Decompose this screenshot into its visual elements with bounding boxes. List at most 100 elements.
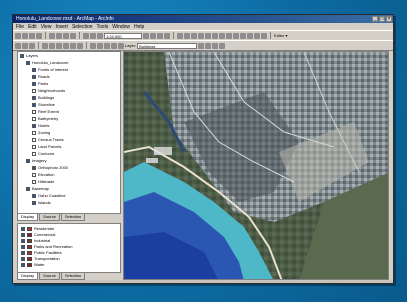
help-icon[interactable] xyxy=(164,32,170,39)
toc-layer[interactable]: Orthophoto 2000 xyxy=(18,164,120,171)
identify-icon[interactable] xyxy=(247,32,253,39)
toc-layer[interactable]: Shoreline xyxy=(18,101,120,108)
legend-checkbox[interactable] xyxy=(21,227,25,231)
font-icon[interactable] xyxy=(29,42,35,49)
legend-checkbox[interactable] xyxy=(21,257,25,261)
open-icon[interactable] xyxy=(22,32,28,39)
tab-display[interactable]: Display xyxy=(17,214,39,221)
toc-layer[interactable]: Elevation xyxy=(18,171,120,178)
3d-analyst-icon[interactable] xyxy=(104,42,110,49)
bold-icon[interactable] xyxy=(42,42,48,49)
print-icon[interactable] xyxy=(36,32,42,39)
toc-layer[interactable]: Census Tracts xyxy=(18,136,120,143)
layer-checkbox[interactable] xyxy=(32,144,36,149)
tab-source[interactable]: Source xyxy=(39,273,60,280)
map-tips-icon[interactable] xyxy=(198,42,205,49)
fixed-zoom-out-icon[interactable] xyxy=(198,32,204,39)
select-elements-icon[interactable] xyxy=(240,32,246,39)
tab-display[interactable]: Display xyxy=(17,273,39,280)
toc-layer[interactable]: Bathymetry xyxy=(18,115,120,122)
zoom-out-icon[interactable] xyxy=(184,32,190,39)
layer-checkbox[interactable] xyxy=(32,67,36,72)
layer-checkbox[interactable] xyxy=(26,60,30,65)
toc-layer[interactable]: Roads xyxy=(18,73,120,80)
editor-menu[interactable]: Editor ▾ xyxy=(274,33,288,38)
toc-layer[interactable]: Imagery xyxy=(18,157,120,164)
sketch-tool-icon[interactable] xyxy=(219,42,226,49)
line-color-icon[interactable] xyxy=(70,42,76,49)
menu-file[interactable]: File xyxy=(16,24,24,30)
layer-checkbox[interactable] xyxy=(32,172,36,177)
layer-checkbox[interactable] xyxy=(32,179,36,184)
map-view[interactable] xyxy=(123,51,389,280)
toc-layer[interactable]: Contours xyxy=(18,150,120,157)
undo-icon[interactable] xyxy=(83,32,89,39)
fill-color-icon[interactable] xyxy=(63,42,69,49)
menu-selection[interactable]: Selection xyxy=(72,24,93,30)
find-icon[interactable] xyxy=(254,32,260,39)
layer-checkbox[interactable] xyxy=(32,165,36,170)
toc-layer[interactable]: Parks xyxy=(18,80,120,87)
toc-layer[interactable]: Points of Interest xyxy=(18,66,120,73)
legend-checkbox[interactable] xyxy=(21,251,25,255)
maximize-button[interactable]: □ xyxy=(379,16,385,22)
toc-layer[interactable]: Hillshade xyxy=(18,178,120,185)
toc-layer[interactable]: Basemap xyxy=(18,185,120,192)
layer-checkbox[interactable] xyxy=(32,109,36,114)
legend-checkbox[interactable] xyxy=(21,245,25,249)
toc-layer[interactable]: Oahu Coastline xyxy=(18,192,120,199)
minimize-button[interactable]: _ xyxy=(372,16,378,22)
fixed-zoom-in-icon[interactable] xyxy=(191,32,197,39)
menu-window[interactable]: Window xyxy=(112,24,130,30)
close-button[interactable]: × xyxy=(386,16,392,22)
font-color-icon[interactable] xyxy=(77,42,83,49)
menu-view[interactable]: View xyxy=(41,24,52,30)
new-icon[interactable] xyxy=(15,32,21,39)
spatial-analyst-icon[interactable] xyxy=(97,42,103,49)
layer-checkbox[interactable] xyxy=(32,116,36,121)
draw-icon[interactable] xyxy=(15,42,21,49)
add-data-icon[interactable] xyxy=(97,32,103,39)
layer-checkbox[interactable] xyxy=(32,137,36,142)
toc-layer[interactable]: Hotels xyxy=(18,122,120,129)
toc-layer[interactable]: Reef Extent xyxy=(18,108,120,115)
tab-selection[interactable]: Selection xyxy=(60,214,86,221)
paste-icon[interactable] xyxy=(63,32,69,39)
toc-layer[interactable]: Land Parcels xyxy=(18,143,120,150)
tab-selection[interactable]: Selection xyxy=(60,273,86,280)
scale-combo[interactable]: 1:24,000 xyxy=(104,32,142,39)
hyperlink-icon[interactable] xyxy=(205,42,212,49)
redo-icon[interactable] xyxy=(90,32,96,39)
layer-checkbox[interactable] xyxy=(32,95,36,100)
layer-checkbox[interactable] xyxy=(32,81,36,86)
arctoolbox-icon[interactable] xyxy=(150,32,156,39)
command-line-icon[interactable] xyxy=(157,32,163,39)
layer-checkbox[interactable] xyxy=(32,88,36,93)
legend-checkbox[interactable] xyxy=(21,239,25,243)
legend-item[interactable]: Water xyxy=(18,262,120,268)
save-icon[interactable] xyxy=(29,32,35,39)
toc-layer[interactable]: Honolulu_Landcover xyxy=(18,59,120,66)
layer-checkbox[interactable] xyxy=(32,102,36,107)
delete-icon[interactable] xyxy=(70,32,76,39)
toc-layer[interactable]: Buildings xyxy=(18,94,120,101)
toc-layer[interactable]: Layers xyxy=(18,52,120,59)
toc-layer[interactable]: Neighborhoods xyxy=(18,87,120,94)
layer-checkbox[interactable] xyxy=(32,74,36,79)
underline-icon[interactable] xyxy=(56,42,62,49)
zoom-in-icon[interactable] xyxy=(177,32,183,39)
layer-checkbox[interactable] xyxy=(32,123,36,128)
tab-source[interactable]: Source xyxy=(39,214,60,221)
georef-icon[interactable] xyxy=(90,42,96,49)
editor-toolbar-icon[interactable] xyxy=(143,32,149,39)
layer-checkbox[interactable] xyxy=(32,130,36,135)
layer-checkbox[interactable] xyxy=(32,151,36,156)
back-extent-icon[interactable] xyxy=(219,32,225,39)
topology-icon[interactable] xyxy=(118,42,124,49)
toc-layer[interactable]: Islands xyxy=(18,199,120,206)
layer-checkbox[interactable] xyxy=(26,158,30,163)
forward-extent-icon[interactable] xyxy=(226,32,232,39)
layer-checkbox[interactable] xyxy=(26,186,30,191)
toc-layer[interactable]: Zoning xyxy=(18,129,120,136)
legend-checkbox[interactable] xyxy=(21,263,25,267)
